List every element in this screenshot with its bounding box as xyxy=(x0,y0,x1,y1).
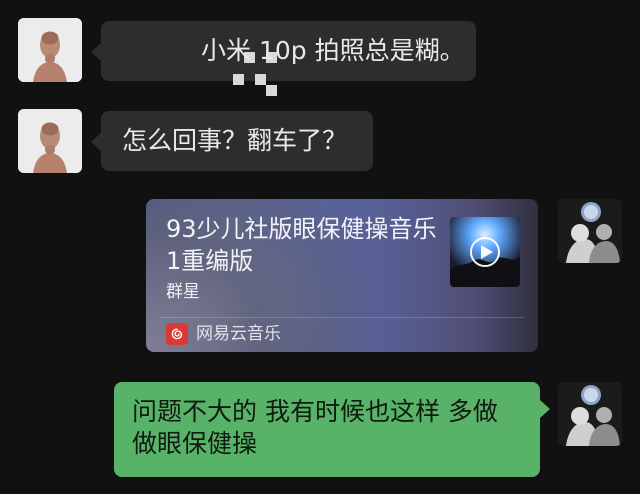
music-source-label: 网易云音乐 xyxy=(196,324,281,344)
music-title: 93少儿社版眼保健操音乐1重编版 xyxy=(166,215,437,275)
portrait-avatar-icon xyxy=(558,382,622,446)
message-text: 怎么回事？翻车了？ xyxy=(122,126,348,155)
card-divider xyxy=(160,317,524,318)
incoming-avatar[interactable] xyxy=(18,109,82,173)
message-text: 问题不大的 我有时候也这样 多做做眼保健操 xyxy=(132,397,498,458)
concert-cover-icon xyxy=(450,217,520,287)
portrait-avatar-icon xyxy=(18,109,82,173)
incoming-message-bubble[interactable]: 小米 10p 拍照总是糊。 xyxy=(91,21,476,96)
music-artist: 群星 xyxy=(166,282,200,302)
portrait-avatar-icon xyxy=(558,199,622,263)
outgoing-avatar[interactable] xyxy=(558,382,622,446)
incoming-message-bubble[interactable]: 怎么回事？翻车了？ xyxy=(91,111,373,171)
music-share-card[interactable]: 93少儿社版眼保健操音乐1重编版 群星 网易云音乐 xyxy=(146,199,538,352)
netease-music-icon xyxy=(166,323,188,345)
incoming-avatar[interactable] xyxy=(18,18,82,82)
message-text: 小米 10p 拍照总是糊。 xyxy=(201,36,465,65)
outgoing-message-bubble[interactable]: 问题不大的 我有时候也这样 多做做眼保健操 xyxy=(114,382,550,477)
portrait-avatar-icon xyxy=(18,18,82,82)
music-source: 网易云音乐 xyxy=(166,322,281,346)
music-cover[interactable] xyxy=(450,217,520,287)
outgoing-avatar[interactable] xyxy=(558,199,622,263)
